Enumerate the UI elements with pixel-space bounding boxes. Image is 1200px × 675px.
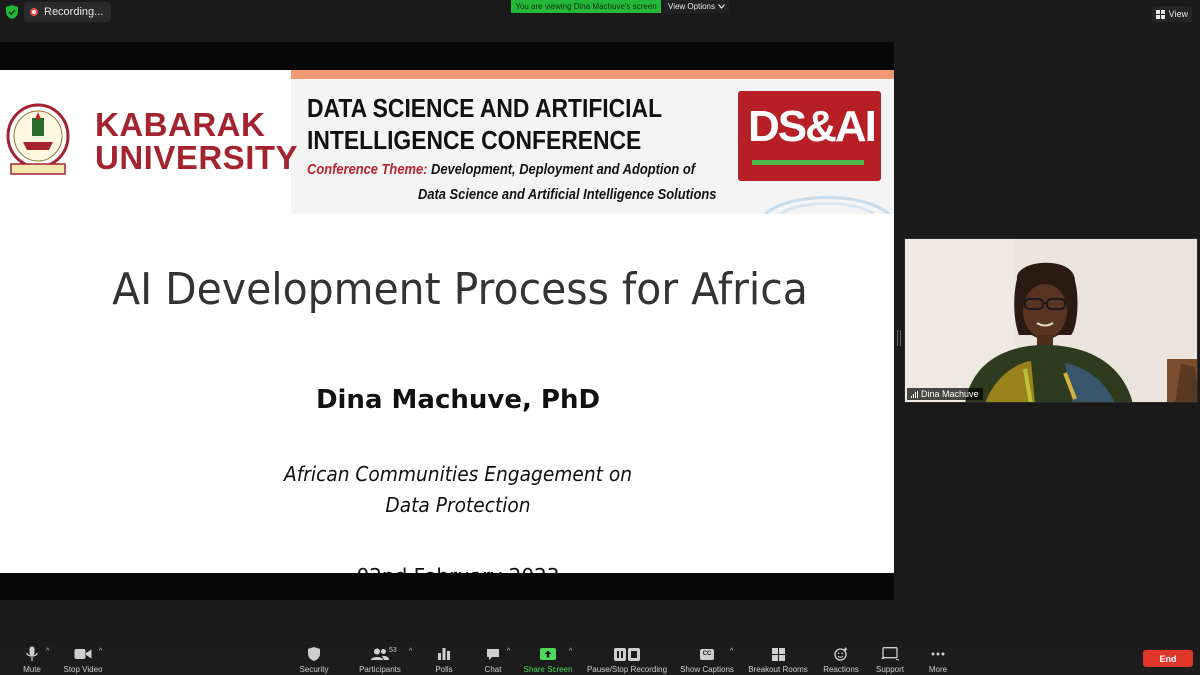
viewing-screen-banner: You are viewing Dina Machuve's screen <box>511 0 661 13</box>
participants-icon <box>371 648 389 660</box>
shield-icon[interactable] <box>6 5 18 19</box>
mute-label: Mute <box>23 665 41 674</box>
polls-button[interactable]: Polls <box>431 642 457 675</box>
slide-header-banner: KABARAK UNIVERSITY DATA SCIENCE AND ARTI… <box>0 70 894 214</box>
recording-label: Recording... <box>44 6 104 18</box>
view-label: View <box>1168 9 1188 19</box>
participant-name-label: Dina Machuve <box>907 388 983 400</box>
chat-options-caret-icon[interactable]: ^ <box>507 648 510 655</box>
university-line2: UNIVERSITY <box>95 139 299 176</box>
slide-subtitle-line1: African Communities Engagement on <box>284 462 632 486</box>
university-line1: KABARAK <box>95 106 266 143</box>
panel-resize-handle[interactable] <box>897 330 901 346</box>
chat-button[interactable]: Chat <box>479 642 507 675</box>
conference-title-line1: DATA SCIENCE AND ARTIFICIAL <box>307 93 663 123</box>
support-label: Support <box>875 665 905 674</box>
participants-button[interactable]: Participants <box>355 642 405 675</box>
video-options-caret-icon[interactable]: ^ <box>99 648 102 655</box>
share-screen-button[interactable]: Share Screen <box>520 642 576 675</box>
mute-button[interactable]: Mute <box>18 642 46 675</box>
orange-accent-bar <box>291 70 894 79</box>
dsai-logo-underline <box>752 160 864 165</box>
conference-theme-line2: Data Science and Artificial Intelligence… <box>418 186 717 203</box>
show-captions-button[interactable]: CC Show Captions <box>678 642 736 675</box>
participants-options-caret-icon[interactable]: ^ <box>409 648 412 655</box>
closed-captions-icon: CC <box>699 648 715 660</box>
support-button[interactable]: Support <box>873 642 907 675</box>
meeting-toolbar: Mute ^ Stop Video ^ Security Participant… <box>0 642 1200 675</box>
grid-view-icon <box>1155 9 1165 19</box>
chevron-down-icon <box>718 4 725 9</box>
more-label: More <box>928 665 948 674</box>
participants-count: 53 <box>389 647 397 654</box>
conference-theme-line1: Development, Deployment and Adoption of <box>431 161 696 178</box>
presentation-slide: KABARAK UNIVERSITY DATA SCIENCE AND ARTI… <box>0 70 894 573</box>
slide-subtitle: African Communities Engagement on Data P… <box>32 459 884 521</box>
participant-video-image <box>905 239 1197 402</box>
dsai-logo: DS&AI <box>738 91 881 181</box>
microphone-icon <box>26 646 38 661</box>
dsai-logo-text: DS&AI <box>748 102 877 151</box>
participants-label: Participants <box>359 665 401 674</box>
breakout-rooms-label: Breakout Rooms <box>748 665 808 674</box>
participant-name: Dina Machuve <box>921 389 979 399</box>
university-name: KABARAK UNIVERSITY <box>95 108 298 174</box>
record-dot-icon <box>30 8 38 16</box>
pause-stop-recording-button[interactable]: Pause/Stop Recording <box>584 642 670 675</box>
slide-subtitle-line2: Data Protection <box>385 493 531 517</box>
stop-video-button[interactable]: Stop Video <box>60 642 106 675</box>
conference-theme-label: Conference Theme: <box>307 161 428 178</box>
reactions-button[interactable]: Reactions <box>821 642 861 675</box>
pause-stop-recording-label: Pause/Stop Recording <box>586 665 668 674</box>
top-bar: Recording... You are viewing Dina Machuv… <box>0 0 1200 26</box>
recording-indicator[interactable]: Recording... <box>24 2 112 22</box>
shared-screen: KABARAK UNIVERSITY DATA SCIENCE AND ARTI… <box>0 42 894 600</box>
decorative-arcs <box>764 196 890 214</box>
view-options-button[interactable]: View Options <box>664 0 729 13</box>
chat-label: Chat <box>484 665 502 674</box>
signal-strength-icon <box>911 390 918 398</box>
share-screen-label: Share Screen <box>523 665 573 674</box>
share-screen-icon <box>540 648 556 660</box>
breakout-rooms-button[interactable]: Breakout Rooms <box>746 642 810 675</box>
view-options-label: View Options <box>668 2 715 11</box>
polls-icon <box>438 648 450 660</box>
zoom-meeting-window: Recording... You are viewing Dina Machuv… <box>0 0 1200 675</box>
security-shield-icon <box>308 647 320 661</box>
conference-title-line2: INTELLIGENCE CONFERENCE <box>307 125 642 155</box>
reactions-label: Reactions <box>823 665 859 674</box>
conference-theme: Conference Theme: Development, Deploymen… <box>307 161 695 178</box>
show-captions-label: Show Captions <box>680 665 734 674</box>
more-dots-icon <box>931 652 945 656</box>
university-seal-icon <box>6 103 70 175</box>
cast-screen-icon <box>881 647 899 661</box>
slide-date: 02nd February 2023 <box>0 564 894 573</box>
video-camera-icon <box>74 649 92 659</box>
slide-title: AI Development Process for Africa <box>112 264 808 315</box>
stop-video-label: Stop Video <box>63 665 103 674</box>
polls-label: Polls <box>435 665 453 674</box>
end-meeting-button[interactable]: End <box>1143 650 1193 667</box>
pause-stop-icon <box>614 647 640 661</box>
slide-author: Dina Machuve, PhD <box>315 385 601 415</box>
security-button[interactable]: Security <box>296 642 332 675</box>
view-button[interactable]: View <box>1151 6 1192 22</box>
security-label: Security <box>299 665 329 674</box>
mute-options-caret-icon[interactable]: ^ <box>46 648 49 655</box>
more-button[interactable]: More <box>924 642 952 675</box>
breakout-rooms-icon <box>771 647 785 661</box>
captions-options-caret-icon[interactable]: ^ <box>730 648 733 655</box>
participant-video-tile[interactable]: Dina Machuve <box>904 238 1198 403</box>
share-options-caret-icon[interactable]: ^ <box>569 648 572 655</box>
smiley-face-icon <box>834 647 848 661</box>
conference-title: DATA SCIENCE AND ARTIFICIAL INTELLIGENCE… <box>307 92 662 156</box>
chat-bubble-icon <box>487 648 499 660</box>
